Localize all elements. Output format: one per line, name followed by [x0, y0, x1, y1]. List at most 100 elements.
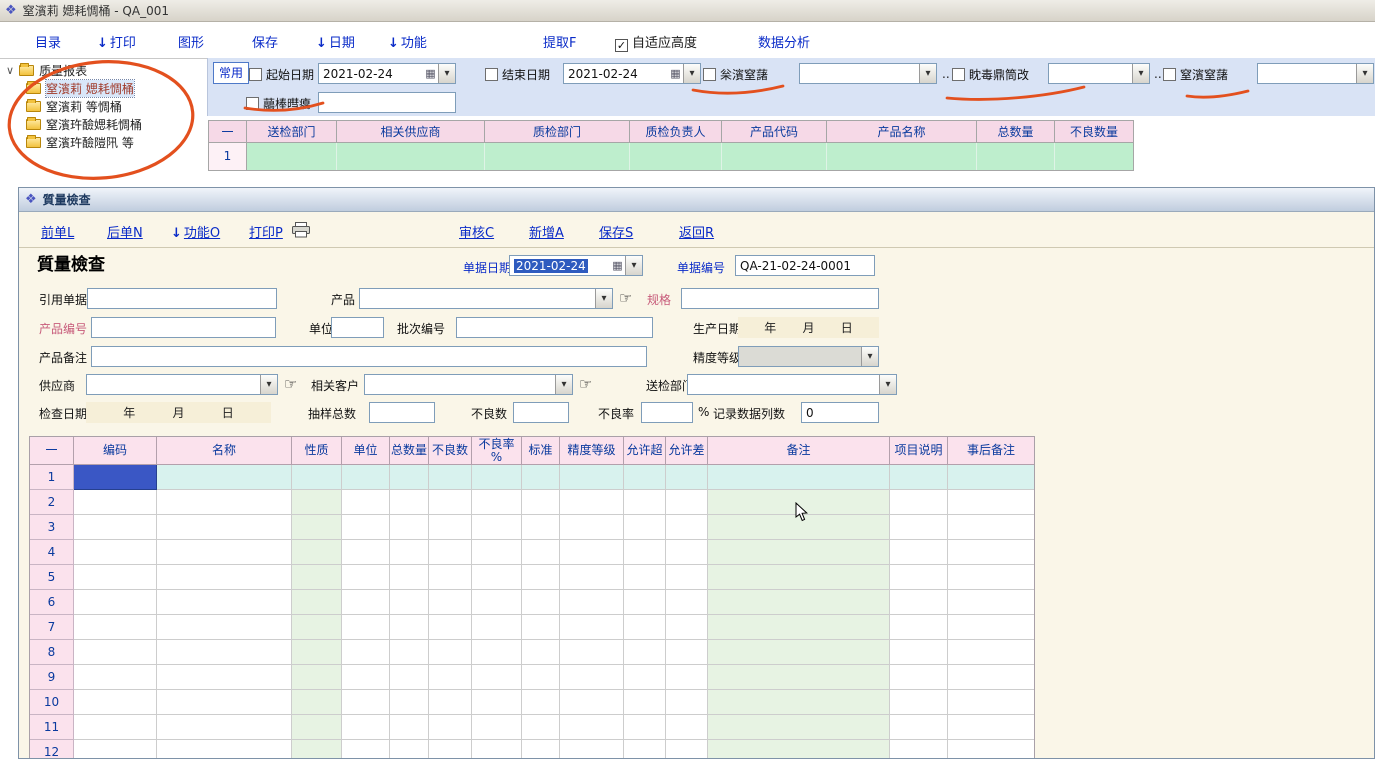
grid-cell[interactable]	[157, 665, 292, 690]
checkbox-icon[interactable]	[246, 97, 259, 110]
grid-cell[interactable]	[342, 690, 390, 715]
grid-cell[interactable]	[390, 640, 429, 665]
grid-cell[interactable]	[429, 615, 472, 640]
text-filter-checkbox[interactable]: 虉棒暳癟	[246, 95, 311, 112]
grid-cell[interactable]	[560, 690, 624, 715]
grid-cell[interactable]	[624, 565, 666, 590]
grid-cell[interactable]	[74, 565, 157, 590]
grid-cell[interactable]	[472, 565, 522, 590]
report-table-cell[interactable]	[485, 143, 630, 170]
grid-cell[interactable]	[74, 665, 157, 690]
dropdown-arrow-icon[interactable]: ▾	[1132, 64, 1149, 83]
grid-cell[interactable]	[522, 590, 560, 615]
toolbar-item-6[interactable]: 审核C	[459, 222, 494, 241]
toolbar-item-9[interactable]: 返回R	[679, 222, 714, 241]
menu-item-5[interactable]: ↓日期	[316, 32, 355, 51]
grid-cell[interactable]	[522, 690, 560, 715]
filter3-checkbox[interactable]: 窒濱窒藷	[1163, 66, 1228, 83]
grid-cell[interactable]	[666, 690, 708, 715]
grid-cell[interactable]	[522, 465, 560, 490]
toolbar-item-7[interactable]: 新增A	[529, 222, 564, 241]
menu-item-8[interactable]: ✓自适应高度	[615, 32, 697, 52]
grid-cell[interactable]	[708, 490, 890, 515]
grid-row-number[interactable]: 7	[30, 615, 74, 640]
grid-cell[interactable]	[560, 615, 624, 640]
grid-cell[interactable]	[708, 465, 890, 490]
grid-cell[interactable]	[708, 565, 890, 590]
grid-cell[interactable]	[890, 565, 948, 590]
filter1-dropdown[interactable]: ▾	[799, 63, 937, 84]
grid-cell[interactable]	[948, 665, 1034, 690]
grid-cell[interactable]	[560, 515, 624, 540]
rate-input[interactable]	[641, 402, 693, 423]
grid-cell[interactable]	[624, 465, 666, 490]
checkbox-icon[interactable]	[485, 68, 498, 81]
grid-cell[interactable]	[429, 665, 472, 690]
grid-cell[interactable]	[292, 490, 342, 515]
pointing-hand-icon[interactable]: ☞	[619, 289, 632, 307]
grid-row-number[interactable]: 5	[30, 565, 74, 590]
calendar-icon[interactable]: ▦	[668, 67, 683, 80]
grid-cell[interactable]	[157, 490, 292, 515]
grid-cell[interactable]	[157, 640, 292, 665]
grid-cell[interactable]	[157, 715, 292, 740]
grid-cell[interactable]	[429, 565, 472, 590]
defect-input[interactable]	[513, 402, 569, 423]
grid-cell[interactable]	[522, 665, 560, 690]
grid-cell[interactable]	[624, 490, 666, 515]
dropdown-arrow-icon[interactable]: ▾	[595, 289, 612, 308]
grid-cell[interactable]	[948, 590, 1034, 615]
spec-input[interactable]	[681, 288, 879, 309]
report-table-cell[interactable]	[630, 143, 722, 170]
supplier-dropdown[interactable]: ▾	[86, 374, 278, 395]
grid-cell[interactable]	[666, 465, 708, 490]
grid-cell[interactable]	[666, 590, 708, 615]
menu-item-9[interactable]: 数据分析	[758, 32, 810, 51]
grid-cell[interactable]	[890, 715, 948, 740]
dropdown-arrow-icon[interactable]: ▾	[861, 347, 878, 366]
grid-row-number[interactable]: 4	[30, 540, 74, 565]
note-input[interactable]	[91, 346, 647, 367]
unit-input[interactable]	[331, 317, 384, 338]
grid-cell[interactable]	[522, 490, 560, 515]
grid-cell[interactable]	[890, 640, 948, 665]
grid-cell[interactable]	[948, 490, 1034, 515]
grid-cell[interactable]	[624, 715, 666, 740]
grid-cell[interactable]	[429, 690, 472, 715]
menu-item-7[interactable]: 提取F	[543, 32, 576, 51]
grid-row-number[interactable]: 8	[30, 640, 74, 665]
grid-cell[interactable]	[666, 490, 708, 515]
grid-cell[interactable]	[948, 640, 1034, 665]
grid-cell[interactable]	[624, 665, 666, 690]
dropdown-arrow-icon[interactable]: ▾	[625, 256, 642, 275]
grid-cell[interactable]	[666, 615, 708, 640]
product-no-input[interactable]	[91, 317, 276, 338]
grid-cell[interactable]	[429, 640, 472, 665]
grid-cell[interactable]	[390, 465, 429, 490]
dropdown-arrow-icon[interactable]: ▾	[555, 375, 572, 394]
grid-row-number[interactable]: 1	[30, 465, 74, 490]
report-table-cell[interactable]	[827, 143, 977, 170]
printer-icon[interactable]	[291, 224, 311, 239]
grid-cell[interactable]	[292, 590, 342, 615]
grid-cell[interactable]	[342, 590, 390, 615]
grid-cell[interactable]	[624, 515, 666, 540]
grid-cell[interactable]	[157, 515, 292, 540]
grid-cell[interactable]	[472, 740, 522, 759]
grid-cell[interactable]	[708, 740, 890, 759]
grid-cell[interactable]	[390, 740, 429, 759]
menu-item-4[interactable]: 保存	[252, 32, 278, 51]
grid-cell[interactable]	[390, 715, 429, 740]
menu-item-1[interactable]: 目录	[35, 32, 61, 51]
grid-row-number[interactable]: 9	[30, 665, 74, 690]
grid-cell[interactable]	[74, 615, 157, 640]
grid-cell[interactable]	[157, 740, 292, 759]
grid-cell[interactable]	[472, 490, 522, 515]
grid-cell[interactable]	[429, 715, 472, 740]
grid-cell[interactable]	[292, 715, 342, 740]
grid-cell[interactable]	[560, 640, 624, 665]
grid-cell[interactable]	[472, 665, 522, 690]
dropdown-arrow-icon[interactable]: ▾	[260, 375, 277, 394]
grid-cell[interactable]	[708, 665, 890, 690]
grid-cell[interactable]	[948, 690, 1034, 715]
